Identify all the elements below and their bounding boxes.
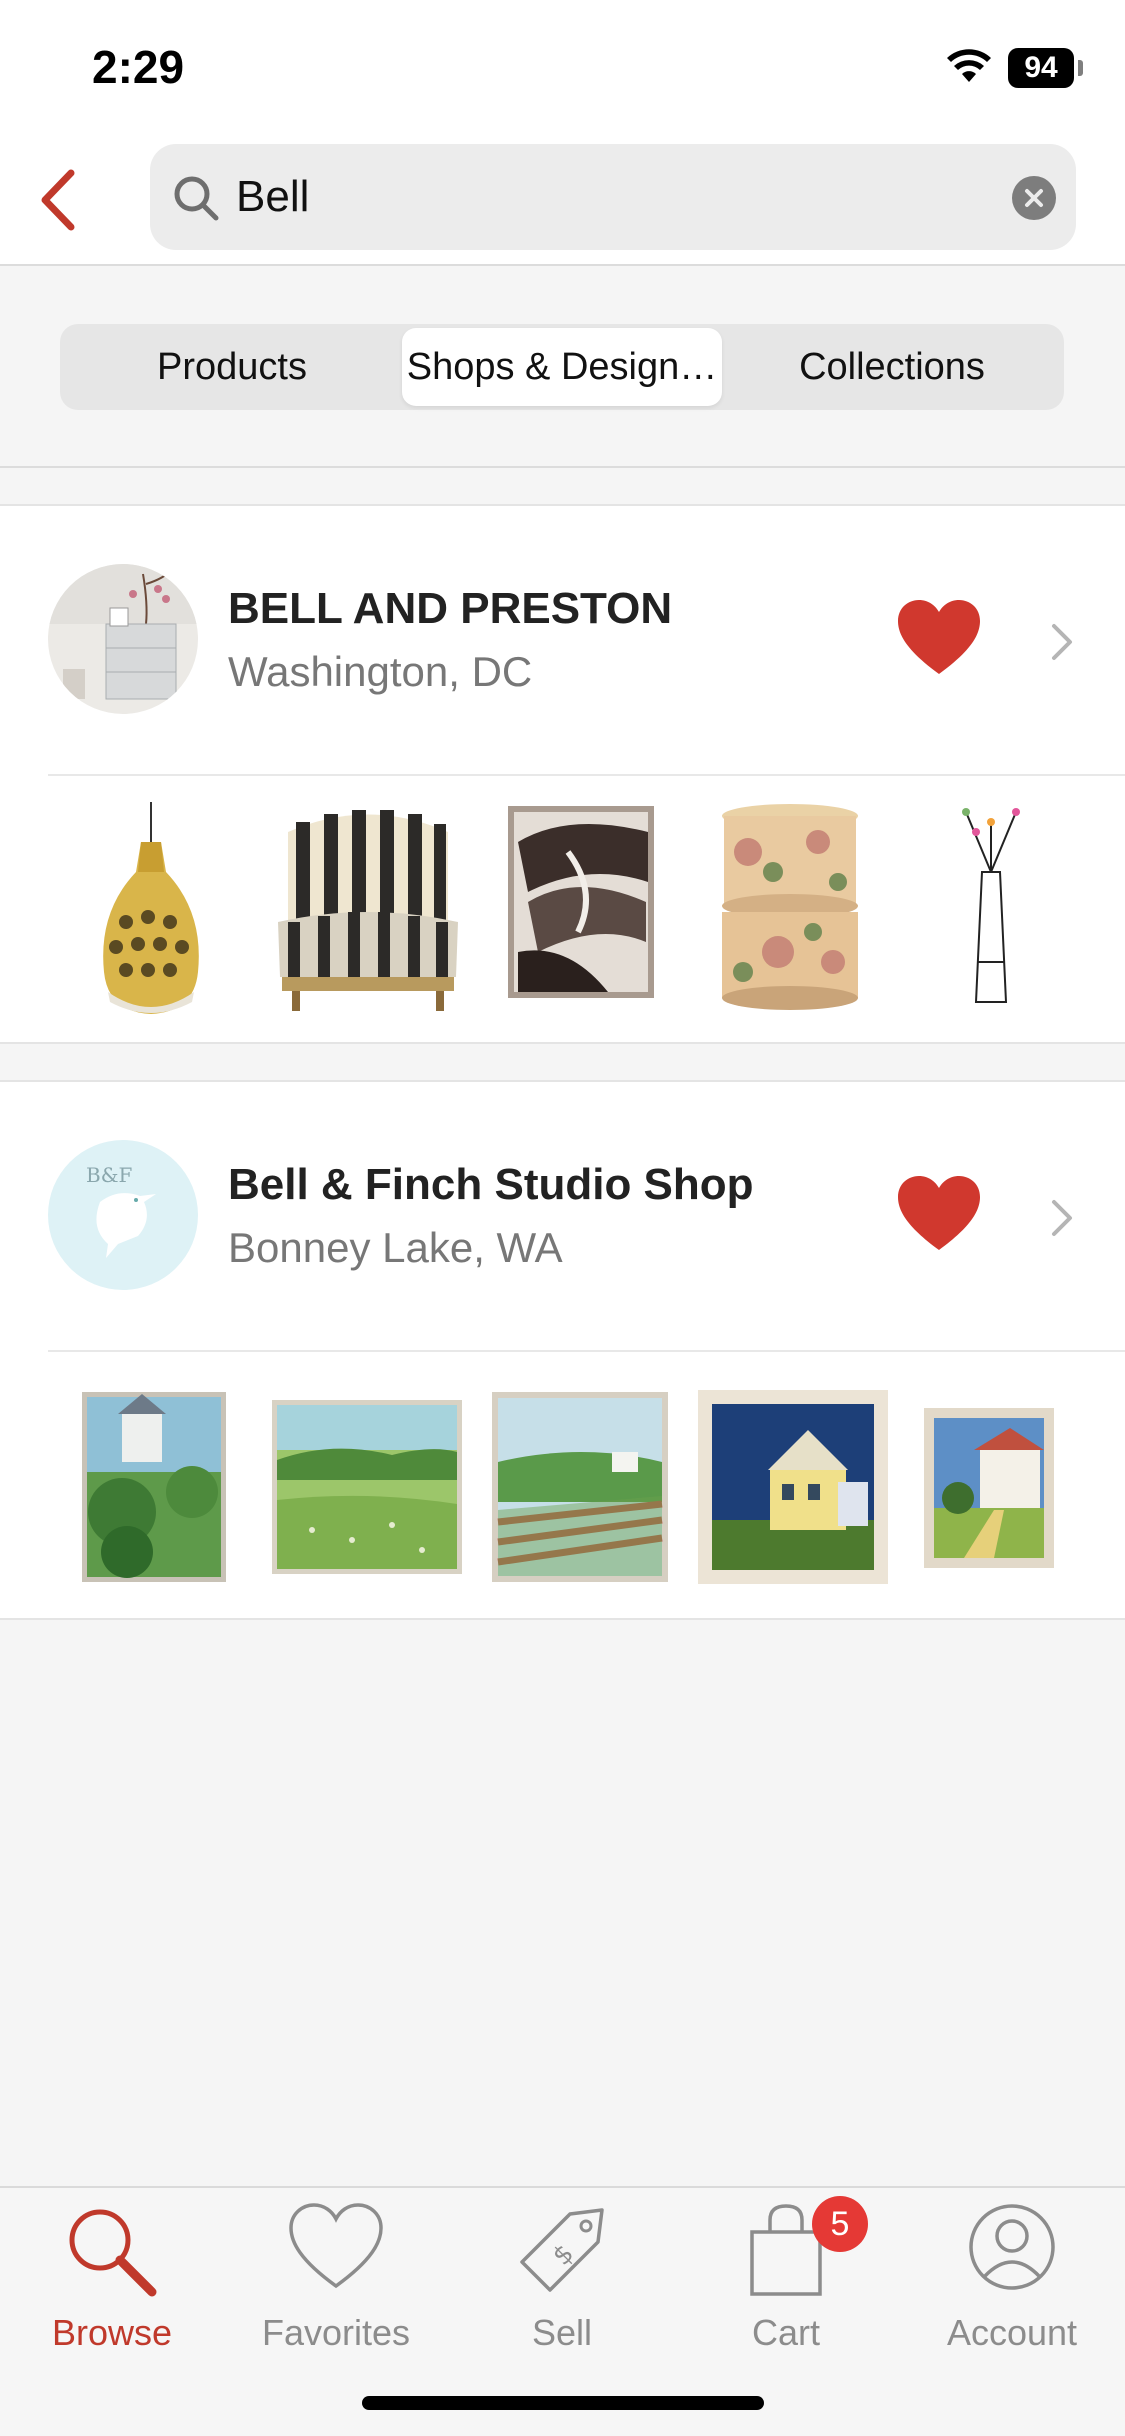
shop-name: BELL AND PRESTON [228,584,673,633]
search-input[interactable]: Bell [236,144,309,250]
product-thumbnail-farmland-painting[interactable] [492,1392,668,1582]
shop-logo-image [48,564,198,714]
product-thumbnail-meadow-painting[interactable] [272,1400,462,1574]
tab-label: Browse [51,2312,173,2353]
divider [48,1350,1125,1352]
search-field[interactable]: Bell [150,144,1076,250]
shop-avatar: B&F [48,1140,198,1290]
product-thumbnail-abstract-print[interactable] [508,802,654,1002]
shop-location: Washington, DC [228,648,533,695]
status-time: 2:29 [92,41,185,93]
price-tag-icon: $ [520,2208,604,2292]
cart-count-badge: 5 [812,2196,868,2252]
tab-favorites[interactable]: Favorites [236,2196,436,2366]
shop-card[interactable]: BELL AND PRESTON Washington, DC [0,504,1125,1044]
tab-sell[interactable]: $ Sell [462,2196,662,2366]
heart-filled-icon[interactable] [896,598,982,678]
segmented-control: Products Shops & Design… Collections [60,324,1064,410]
product-thumbnail-pendant-lamp[interactable] [86,802,216,1022]
product-thumbnail-white-house-painting[interactable] [924,1408,1054,1568]
shop-name: Bell & Finch Studio Shop [228,1160,754,1209]
tab-label: Cart [751,2312,820,2353]
search-icon [69,2209,157,2297]
product-thumbnail-house-garden-painting[interactable] [82,1392,226,1582]
divider [48,774,1125,776]
tab-cart[interactable]: 5 Cart [686,2196,886,2366]
result-type-selector: Products Shops & Design… Collections [0,266,1125,468]
search-results-screen: 2:29 94 Bell Products Shops & Design… Co… [0,0,1125,2436]
chevron-right-icon [1052,1200,1072,1236]
battery-indicator: 94 [1008,48,1074,88]
person-icon [969,2204,1055,2290]
tab-label: Favorites [261,2312,411,2353]
shop-card[interactable]: B&F Bell & Finch Studio Shop Bonney Lake… [0,1080,1125,1620]
shop-logo-image: B&F [48,1140,198,1290]
search-icon [174,176,219,221]
chevron-left-icon [41,169,75,231]
heart-filled-icon[interactable] [896,1174,982,1254]
tab-shops-designers[interactable]: Shops & Design… [402,328,722,406]
product-thumbnail-yellow-house-painting[interactable] [698,1390,888,1584]
back-button[interactable] [22,160,92,240]
tab-collections[interactable]: Collections [732,328,1052,406]
product-thumbnail-coat-rack[interactable] [946,802,1036,1012]
tab-products[interactable]: Products [72,328,392,406]
tab-account[interactable]: Account [912,2196,1112,2366]
shop-location: Bonney Lake, WA [228,1224,563,1271]
home-indicator[interactable] [362,2396,764,2410]
chevron-right-icon [1052,624,1072,660]
shop-avatar [48,564,198,714]
shop-logo-text: B&F [86,1163,133,1187]
close-icon [1025,189,1043,207]
tab-label: Account [946,2312,1078,2353]
search-header: Bell [0,130,1125,266]
tab-label: Sell [531,2312,593,2353]
tab-browse[interactable]: Browse [12,2196,212,2366]
battery-tip [1078,60,1083,76]
product-thumbnail-armchair[interactable] [268,802,468,1022]
status-bar: 2:29 94 [0,0,1125,130]
heart-icon [289,2203,383,2289]
product-thumbnail-floral-hatboxes[interactable] [718,802,862,1012]
wifi-icon [947,49,991,82]
clear-search-button[interactable] [1012,176,1056,220]
